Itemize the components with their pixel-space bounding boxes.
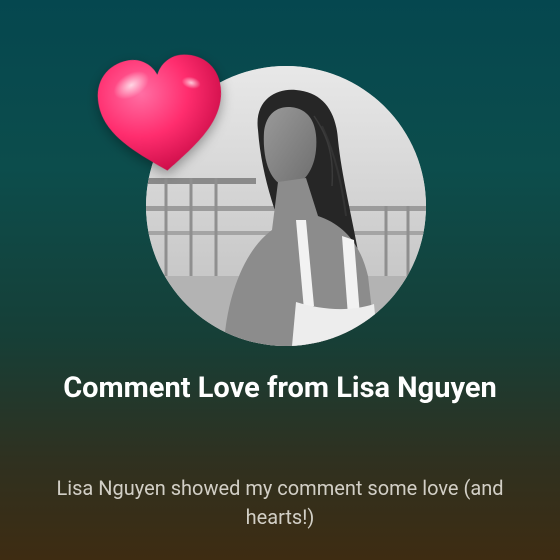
notification-title: Comment Love from Lisa Nguyen (63, 371, 497, 405)
notification-message: Lisa Nguyen showed my comment some love … (56, 476, 504, 529)
heart-icon (88, 43, 236, 184)
notification-card[interactable]: Comment Love from Lisa Nguyen Lisa Nguye… (0, 0, 560, 560)
